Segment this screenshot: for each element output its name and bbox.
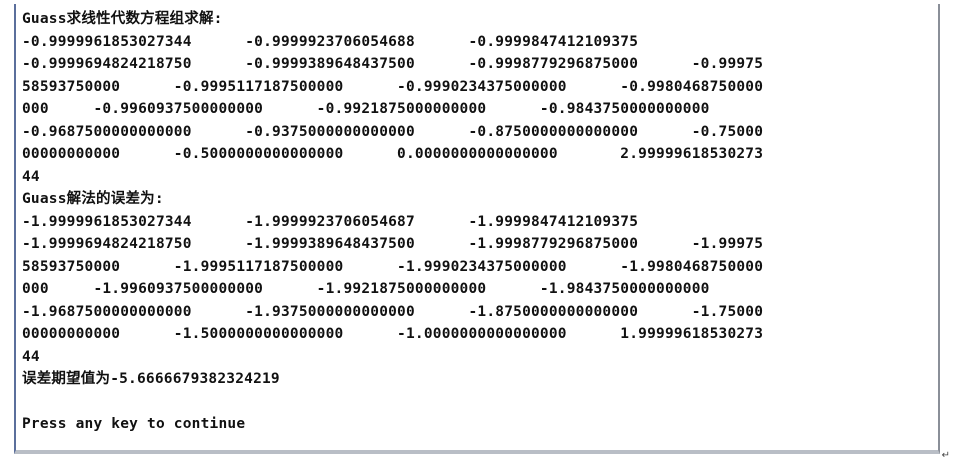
console-output: Guass求线性代数方程组求解: -0.9999961853027344 -0.…: [22, 8, 936, 436]
console-line: 00000000000 -0.5000000000000000 0.000000…: [22, 146, 764, 162]
console-line: -0.9999961853027344 -0.9999923706054688 …: [22, 33, 639, 50]
console-line: -0.9999694824218750 -0.9999389648437500 …: [22, 56, 764, 72]
return-arrow-icon: ↵: [941, 450, 950, 461]
console-line: Guass求线性代数方程组求解:: [22, 11, 223, 27]
console-line: 44: [22, 348, 40, 365]
console-line: 58593750000 -0.9995117187500000 -0.99902…: [22, 78, 764, 95]
console-line: -1.9999961853027344 -1.9999923706054687 …: [22, 213, 639, 230]
console-line: 00000000000 -1.5000000000000000 -1.00000…: [22, 326, 764, 342]
console-line: 000 -1.9960937500000000 -1.9921875000000…: [22, 281, 710, 297]
console-line: -0.9687500000000000 -0.9375000000000000 …: [22, 123, 764, 140]
console-line: -1.9999694824218750 -1.9999389648437500 …: [22, 236, 764, 252]
console-line: 58593750000 -1.9995117187500000 -1.99902…: [22, 258, 764, 275]
console-line: Press any key to continue: [22, 416, 246, 432]
console-line: 44: [22, 168, 40, 185]
console-line: Guass解法的误差为:: [22, 191, 164, 207]
console-line: -1.9687500000000000 -1.9375000000000000 …: [22, 303, 764, 320]
console-window: Guass求线性代数方程组求解: -0.9999961853027344 -0.…: [14, 4, 940, 454]
console-line: 误差期望值为-5.6666679382324219: [22, 371, 280, 387]
console-line: 000 -0.9960937500000000 -0.9921875000000…: [22, 101, 710, 117]
